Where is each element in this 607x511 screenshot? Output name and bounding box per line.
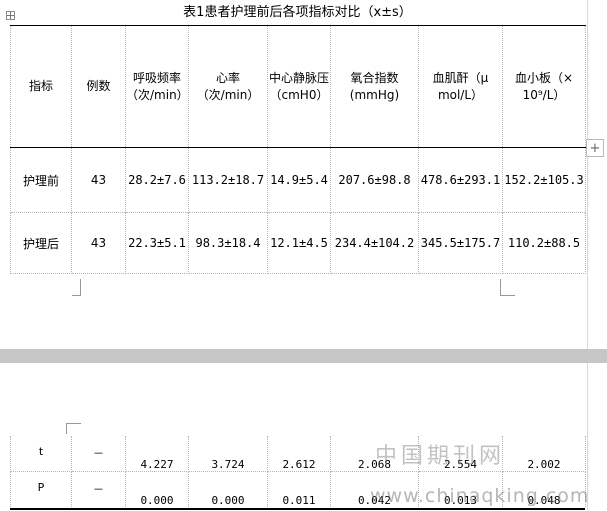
table-row: 护理前 43 28.2±7.6 113.2±18.7 14.9±5.4 207.… xyxy=(10,147,586,213)
row-label: 护理后 xyxy=(10,212,72,274)
page-break-gap xyxy=(0,349,607,363)
document-page-top: 表1患者护理前后各项指标对比（x±s） 指标 例数 呼吸频率 （次/min） 心率… xyxy=(0,0,587,349)
table-row: 护理后 43 22.3±5.1 98.3±18.4 12.1±4.5 234.4… xyxy=(10,212,586,274)
cell-value: 0.000 xyxy=(188,471,268,507)
cell-value: 110.2±88.5 xyxy=(502,212,586,274)
row-count: 43 xyxy=(71,212,126,274)
cell-value: 2.002 xyxy=(502,436,586,472)
cell-value: 22.3±5.1 xyxy=(125,212,189,274)
watermark-url: www.chinaqking.com xyxy=(370,485,590,507)
margin-corner-mark xyxy=(500,279,515,296)
row-label: t xyxy=(10,436,72,472)
header-cell-creatinine: 血肌酐（μ mol/L） xyxy=(418,25,503,148)
table-bottom-rule xyxy=(10,508,585,510)
right-gutter xyxy=(587,0,607,511)
cell-value: 0.011 xyxy=(267,471,331,507)
header-cell-respiration: 呼吸频率 （次/min） xyxy=(125,25,189,148)
margin-corner-mark xyxy=(66,423,81,434)
cell-value: 98.3±18.4 xyxy=(188,212,268,274)
cell-value: 2.612 xyxy=(267,436,331,472)
row-count: 43 xyxy=(71,147,126,213)
row-count: － xyxy=(71,471,126,507)
row-label: P xyxy=(10,471,72,507)
cell-value: 345.5±175.7 xyxy=(418,212,503,274)
cell-value: 28.2±7.6 xyxy=(125,147,189,213)
cell-value: 0.000 xyxy=(125,471,189,507)
margin-corner-mark xyxy=(72,279,81,296)
table-caption: 表1患者护理前后各项指标对比（x±s） xyxy=(183,5,412,20)
header-cell-count: 例数 xyxy=(71,25,126,148)
header-cell-platelet: 血小板（× 10⁹/L） xyxy=(502,25,586,148)
add-column-plus-icon[interactable]: + xyxy=(586,139,604,157)
cell-value: 14.9±5.4 xyxy=(267,147,331,213)
cell-value: 207.6±98.8 xyxy=(330,147,419,213)
cell-value: 478.6±293.1 xyxy=(418,147,503,213)
cell-value: 113.2±18.7 xyxy=(188,147,268,213)
cell-value: 234.4±104.2 xyxy=(330,212,419,274)
cell-value: 4.227 xyxy=(125,436,189,472)
row-label: 护理前 xyxy=(10,147,72,213)
cell-value: 12.1±4.5 xyxy=(267,212,331,274)
header-row: 指标 例数 呼吸频率 （次/min） 心率（次/min） 中心静脉压 （cmH0） … xyxy=(10,25,586,148)
watermark-cn: 中国期刊网 xyxy=(375,444,506,469)
header-cell-indicator: 指标 xyxy=(10,25,72,148)
header-cell-heart-rate: 心率（次/min） xyxy=(188,25,268,148)
cell-value: 152.2±105.3 xyxy=(502,147,586,213)
document-page-bottom: t － 4.227 3.724 2.612 2.068 2.554 2.002 … xyxy=(0,363,590,511)
header-cell-cvp: 中心静脉压 （cmH0） xyxy=(267,25,331,148)
cell-value: 3.724 xyxy=(188,436,268,472)
row-count: － xyxy=(71,436,126,472)
data-table-top: 指标 例数 呼吸频率 （次/min） 心率（次/min） 中心静脉压 （cmH0） … xyxy=(10,25,586,274)
header-cell-oxygenation: 氧合指数(mmHg) xyxy=(330,25,419,148)
